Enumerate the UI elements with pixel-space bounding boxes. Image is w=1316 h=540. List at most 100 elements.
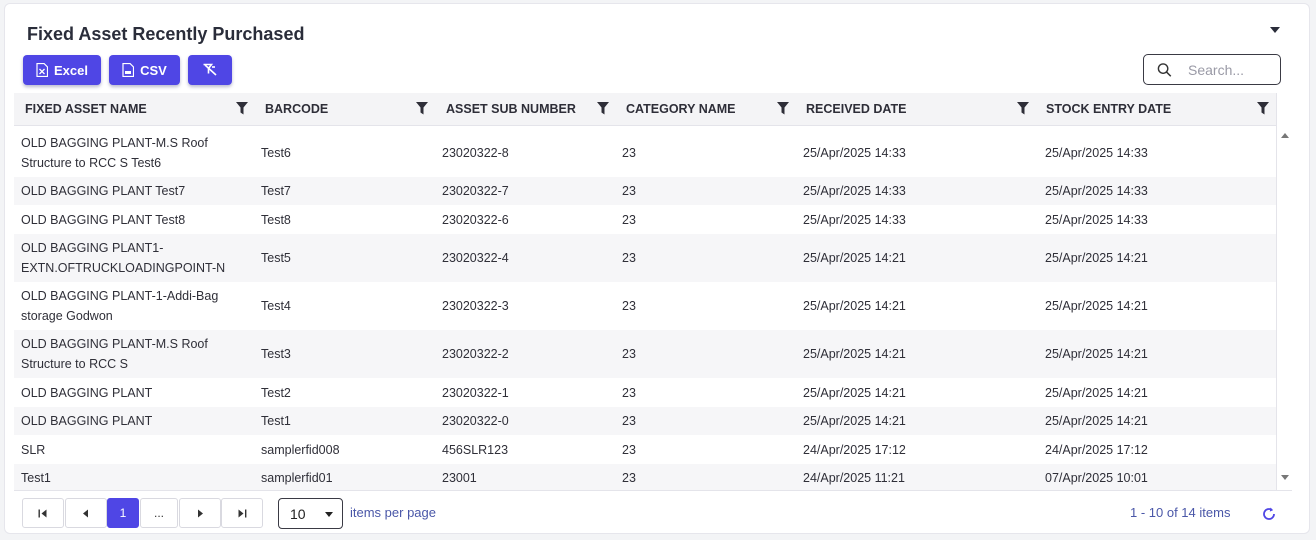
search-box[interactable] <box>1143 54 1281 85</box>
cell-category-name: 23 <box>622 414 636 428</box>
cell-fixed-asset-name: OLD BAGGING PLANT-M.S Roof Structure to … <box>21 135 208 170</box>
cell-barcode: Test7 <box>261 184 291 198</box>
column-header-received-date[interactable]: RECEIVED DATE <box>806 93 906 125</box>
cell-stock-entry-date: 24/Apr/2025 17:12 <box>1045 442 1148 457</box>
last-page-icon <box>238 509 247 517</box>
page-size-select[interactable]: 10 <box>278 498 343 529</box>
page-1-button[interactable]: 1 <box>107 498 139 528</box>
cell-asset-sub-number: 23020322-3 <box>442 299 509 313</box>
clear-filter-icon <box>203 63 217 76</box>
excel-file-icon <box>36 63 48 77</box>
cell-stock-entry-date: 25/Apr/2025 14:21 <box>1045 347 1148 361</box>
table-row[interactable]: OLD BAGGING PLANT-M.S Roof Structure to … <box>14 330 1276 378</box>
cell-stock-entry-date: 25/Apr/2025 14:21 <box>1045 385 1148 400</box>
cell-barcode: Test8 <box>261 212 291 227</box>
cell-category-name: 23 <box>622 145 636 160</box>
cell-asset-sub-number: 456SLR123 <box>442 442 509 457</box>
refresh-icon[interactable] <box>1261 506 1277 522</box>
cell-received-date: 25/Apr/2025 14:21 <box>803 347 906 361</box>
column-header-asset-sub-number[interactable]: ASSET SUB NUMBER <box>446 93 576 125</box>
filter-icon[interactable] <box>597 102 609 115</box>
csv-file-icon <box>122 63 135 77</box>
cell-stock-entry-date: 07/Apr/2025 10:01 <box>1045 471 1148 485</box>
column-header-barcode[interactable]: BARCODE <box>265 93 328 125</box>
cell-asset-sub-number: 23020322-8 <box>442 145 509 160</box>
cell-asset-sub-number: 23020322-7 <box>442 184 509 198</box>
clear-filters-button[interactable] <box>188 55 232 85</box>
asset-grid: FIXED ASSET NAME BARCODE ASSET SUB NUMBE… <box>14 93 1292 490</box>
cell-category-name: 23 <box>622 184 636 198</box>
page-title: Fixed Asset Recently Purchased <box>27 24 305 44</box>
collapse-caret-icon[interactable] <box>1270 27 1280 33</box>
search-input[interactable] <box>1186 60 1280 79</box>
vertical-scrollbar[interactable] <box>1276 93 1292 490</box>
cell-category-name: 23 <box>622 347 636 361</box>
table-row[interactable]: OLD BAGGING PLANT Test7 Test7 23020322-7… <box>14 177 1276 205</box>
cell-stock-entry-date: 25/Apr/2025 14:33 <box>1045 184 1148 198</box>
filter-icon[interactable] <box>416 102 428 115</box>
cell-category-name: 23 <box>622 251 636 265</box>
scroll-up-arrow-icon[interactable] <box>1281 133 1289 138</box>
table-row[interactable]: SLR samplerfid008 456SLR123 23 24/Apr/20… <box>14 435 1276 464</box>
filter-icon[interactable] <box>777 102 789 115</box>
table-row[interactable]: OLD BAGGING PLANT1-EXTN.OFTRUCKLOADINGPO… <box>14 234 1276 282</box>
cell-category-name: 23 <box>622 212 636 227</box>
cell-received-date: 25/Apr/2025 14:21 <box>803 414 906 428</box>
cell-fixed-asset-name: OLD BAGGING PLANT1-EXTN.OFTRUCKLOADINGPO… <box>21 241 226 275</box>
filter-icon[interactable] <box>1017 102 1029 115</box>
cell-fixed-asset-name: OLD BAGGING PLANT Test8 <box>21 212 186 227</box>
cell-barcode: Test4 <box>261 299 291 313</box>
export-csv-button[interactable]: CSV <box>109 55 180 85</box>
cell-received-date: 25/Apr/2025 14:21 <box>803 385 906 400</box>
table-row[interactable]: OLD BAGGING PLANT-1-Addi-Bag storage God… <box>14 282 1276 330</box>
cell-asset-sub-number: 23020322-1 <box>442 385 509 400</box>
cell-received-date: 24/Apr/2025 11:21 <box>803 471 905 485</box>
cell-stock-entry-date: 25/Apr/2025 14:33 <box>1045 212 1148 227</box>
cell-stock-entry-date: 25/Apr/2025 14:21 <box>1045 251 1148 265</box>
table-row[interactable]: OLD BAGGING PLANT Test1 23020322-0 23 25… <box>14 407 1276 435</box>
table-row[interactable]: OLD BAGGING PLANT Test8 Test8 23020322-6… <box>14 205 1276 234</box>
previous-page-button[interactable] <box>65 498 107 528</box>
cell-fixed-asset-name: OLD BAGGING PLANT-M.S Roof Structure to … <box>21 337 208 371</box>
cell-fixed-asset-name: OLD BAGGING PLANT <box>21 385 153 400</box>
cell-stock-entry-date: 25/Apr/2025 14:21 <box>1045 299 1148 313</box>
grid-header: FIXED ASSET NAME BARCODE ASSET SUB NUMBE… <box>14 93 1276 126</box>
cell-asset-sub-number: 23020322-2 <box>442 347 509 361</box>
last-page-button[interactable] <box>221 498 263 528</box>
cell-stock-entry-date: 25/Apr/2025 14:21 <box>1045 414 1148 428</box>
table-row[interactable]: Test1 samplerfid01 23001 23 24/Apr/2025 … <box>14 464 1276 490</box>
first-page-button[interactable] <box>22 498 64 528</box>
cell-fixed-asset-name: OLD BAGGING PLANT Test7 <box>21 184 186 198</box>
cell-category-name: 23 <box>622 299 636 313</box>
cell-category-name: 23 <box>622 471 636 485</box>
table-row[interactable]: OLD BAGGING PLANT-M.S Roof Structure to … <box>14 128 1276 177</box>
cell-asset-sub-number: 23001 <box>442 471 477 485</box>
cell-category-name: 23 <box>622 385 636 400</box>
next-page-icon <box>198 509 203 517</box>
cell-barcode: Test2 <box>261 385 291 400</box>
cell-fixed-asset-name: SLR <box>21 442 46 457</box>
column-header-fixed-asset-name[interactable]: FIXED ASSET NAME <box>25 93 147 125</box>
filter-icon[interactable] <box>1257 102 1269 115</box>
more-pages-button[interactable]: ... <box>140 498 178 528</box>
cell-barcode: Test3 <box>261 347 291 361</box>
cell-stock-entry-date: 25/Apr/2025 14:33 <box>1045 145 1148 160</box>
pager-info: 1 - 10 of 14 items <box>1130 505 1231 520</box>
column-header-stock-entry-date[interactable]: STOCK ENTRY DATE <box>1046 93 1171 125</box>
cell-received-date: 25/Apr/2025 14:33 <box>803 212 906 227</box>
previous-page-icon <box>83 509 88 517</box>
search-icon <box>1157 62 1172 77</box>
cell-barcode: Test6 <box>261 145 291 160</box>
cell-barcode: Test5 <box>261 251 291 265</box>
table-row[interactable]: OLD BAGGING PLANT Test2 23020322-1 23 25… <box>14 378 1276 407</box>
cell-fixed-asset-name: Test1 <box>21 471 51 485</box>
export-excel-button[interactable]: Excel <box>23 55 101 85</box>
next-page-button[interactable] <box>179 498 221 528</box>
cell-barcode: samplerfid01 <box>261 471 333 485</box>
filter-icon[interactable] <box>236 102 248 115</box>
column-header-category-name[interactable]: CATEGORY NAME <box>626 93 736 125</box>
page-size-value: 10 <box>290 505 306 522</box>
cell-received-date: 25/Apr/2025 14:21 <box>803 251 906 265</box>
scroll-down-arrow-icon[interactable] <box>1281 475 1289 480</box>
cell-fixed-asset-name: OLD BAGGING PLANT <box>21 414 153 428</box>
